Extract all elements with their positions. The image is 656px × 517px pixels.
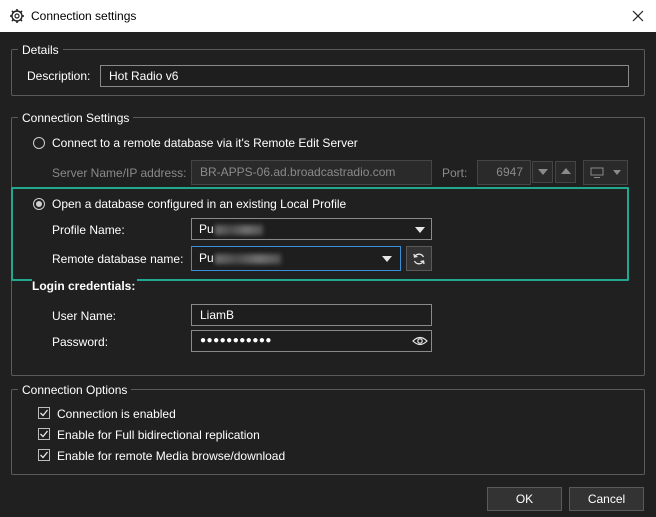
- profile-label: Profile Name:: [52, 223, 125, 237]
- username-input[interactable]: LiamB: [191, 304, 432, 326]
- username-label: User Name:: [52, 309, 117, 323]
- details-legend: Details: [18, 43, 63, 57]
- checkmark-icon: [40, 451, 49, 459]
- bidirectional-replication-checkbox[interactable]: [38, 428, 50, 440]
- description-label: Description:: [27, 69, 91, 83]
- password-input[interactable]: ●●●●●●●●●●●: [191, 330, 432, 352]
- remote-db-dropdown[interactable]: Pu: [191, 246, 401, 271]
- port-decrement-button[interactable]: [532, 161, 553, 183]
- refresh-button[interactable]: [406, 246, 432, 271]
- chevron-up-icon: [561, 168, 571, 174]
- connection-enabled-label[interactable]: Connection is enabled: [57, 407, 176, 421]
- ok-button[interactable]: OK: [487, 487, 562, 511]
- remote-option-radio[interactable]: [33, 137, 45, 149]
- chevron-down-icon: [538, 169, 548, 175]
- refresh-icon: [413, 253, 425, 265]
- chevron-down-icon: [382, 256, 392, 262]
- close-icon[interactable]: [628, 7, 648, 25]
- title-bar: Connection settings: [0, 0, 656, 32]
- chevron-down-icon: [613, 170, 621, 175]
- password-label: Password:: [52, 335, 109, 349]
- redacted-profile-name: [214, 224, 263, 235]
- chevron-down-icon: [415, 227, 425, 233]
- media-browse-label[interactable]: Enable for remote Media browse/download: [57, 449, 285, 463]
- connection-options-legend: Connection Options: [18, 383, 132, 397]
- port-input[interactable]: 6947: [477, 160, 531, 185]
- connection-enabled-checkbox[interactable]: [38, 407, 50, 419]
- connection-settings-legend: Connection Settings: [18, 111, 134, 125]
- profile-value: Pu: [199, 222, 214, 236]
- description-input[interactable]: Hot Radio v6: [100, 65, 629, 87]
- window-title: Connection settings: [31, 9, 137, 23]
- login-legend: Login credentials:: [32, 279, 138, 293]
- bidirectional-replication-label[interactable]: Enable for Full bidirectional replicatio…: [57, 428, 260, 442]
- port-label: Port:: [442, 166, 468, 180]
- local-option-label[interactable]: Open a database configured in an existin…: [52, 197, 346, 211]
- port-increment-button[interactable]: [555, 161, 576, 183]
- monitor-icon: [590, 167, 604, 178]
- remote-db-value: Pu: [199, 251, 214, 265]
- remote-db-label: Remote database name:: [52, 252, 184, 266]
- server-input[interactable]: BR-APPS-06.ad.broadcastradio.com: [191, 160, 432, 185]
- checkmark-icon: [40, 409, 49, 417]
- eye-icon[interactable]: [412, 335, 428, 347]
- gear-icon: [10, 9, 24, 23]
- remote-option-label[interactable]: Connect to a remote database via it's Re…: [52, 136, 358, 150]
- local-option-radio[interactable]: [33, 198, 45, 210]
- server-label: Server Name/IP address:: [52, 166, 187, 180]
- redacted-db-name: [214, 253, 281, 264]
- checkmark-icon: [40, 430, 49, 438]
- profile-dropdown[interactable]: Pu: [191, 218, 432, 240]
- server-browse-dropdown[interactable]: [583, 160, 628, 185]
- media-browse-checkbox[interactable]: [38, 449, 50, 461]
- cancel-button[interactable]: Cancel: [569, 487, 644, 511]
